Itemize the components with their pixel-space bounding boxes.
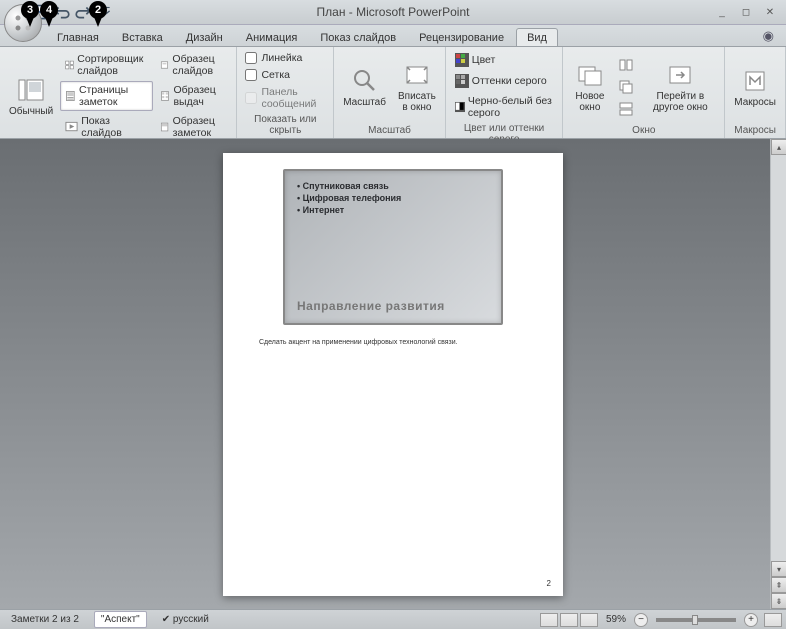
fit-shortcut[interactable] bbox=[764, 613, 782, 627]
scroll-down-button[interactable]: ▾ bbox=[771, 561, 786, 577]
tab-home[interactable]: Главная bbox=[46, 28, 110, 46]
tab-design[interactable]: Дизайн bbox=[175, 28, 234, 46]
handout-master-button[interactable]: Образец выдач bbox=[155, 81, 232, 111]
close-button[interactable]: ✕ bbox=[760, 4, 780, 20]
grayscale-button[interactable]: Оттенки серого bbox=[450, 71, 559, 91]
window-controls: _ ◻ ✕ bbox=[712, 4, 780, 20]
titlebar: План - Microsoft PowerPoint _ ◻ ✕ bbox=[0, 0, 786, 25]
callout-4: 4 bbox=[40, 1, 58, 19]
status-theme[interactable]: "Аспект" bbox=[94, 611, 147, 628]
tab-insert[interactable]: Вставка bbox=[111, 28, 174, 46]
tab-review[interactable]: Рецензирование bbox=[408, 28, 515, 46]
tab-animation[interactable]: Анимация bbox=[235, 28, 309, 46]
zoom-slider[interactable] bbox=[656, 618, 736, 622]
bullet-1: • Спутниковая связь bbox=[297, 181, 489, 191]
normal-view-button[interactable]: Обычный bbox=[4, 50, 58, 142]
zoom-value[interactable]: 59% bbox=[606, 614, 626, 625]
fit-window-button[interactable]: Вписать в окно bbox=[393, 50, 441, 124]
callout-2: 2 bbox=[89, 1, 107, 19]
sorter-view-shortcut[interactable] bbox=[560, 613, 578, 627]
zoom-in-button[interactable]: + bbox=[744, 613, 758, 627]
next-slide-button[interactable]: ⇟ bbox=[771, 593, 786, 609]
help-icon[interactable]: ◉ bbox=[759, 26, 778, 46]
switch-window-icon bbox=[666, 61, 694, 89]
page-number: 2 bbox=[547, 579, 551, 588]
switch-window-button[interactable]: Перейти в другое окно bbox=[640, 50, 720, 124]
zoom-icon bbox=[351, 67, 379, 95]
fit-icon bbox=[403, 61, 431, 89]
normal-view-icon bbox=[17, 76, 45, 104]
group-macros: Макросы Макросы bbox=[725, 47, 786, 138]
group-zoom: Масштаб Вписать в окно Масштаб bbox=[334, 47, 446, 138]
master-notes-icon bbox=[160, 120, 169, 134]
group-color-grayscale: Цвет Оттенки серого Черно-белый без серо… bbox=[446, 47, 564, 138]
slide-sorter-button[interactable]: Сортировщик слайдов bbox=[60, 50, 153, 80]
ruler-checkbox[interactable]: Линейка bbox=[241, 50, 329, 66]
vertical-scrollbar[interactable]: ▴ ▾ ⇞ ⇟ bbox=[770, 139, 786, 609]
master-slides-icon bbox=[160, 58, 169, 72]
prev-slide-button[interactable]: ⇞ bbox=[771, 577, 786, 593]
macros-icon bbox=[741, 67, 769, 95]
slide-title: Направление развития bbox=[297, 299, 445, 313]
bullet-2: • Цифровая телефония bbox=[297, 193, 489, 203]
ribbon: Обычный Сортировщик слайдов Страницы зам… bbox=[0, 47, 786, 139]
slideshow-icon bbox=[65, 120, 78, 134]
normal-view-shortcut[interactable] bbox=[540, 613, 558, 627]
bw-icon bbox=[455, 100, 465, 114]
notes-pages-button[interactable]: Страницы заметок bbox=[60, 81, 153, 111]
color-button[interactable]: Цвет bbox=[450, 50, 559, 70]
minimize-button[interactable]: _ bbox=[712, 4, 732, 20]
notes-icon bbox=[65, 89, 76, 103]
grid-checkbox[interactable]: Сетка bbox=[241, 67, 329, 83]
tab-view[interactable]: Вид bbox=[516, 28, 558, 46]
statusbar: Заметки 2 из 2 "Аспект" ✔ русский 59% − … bbox=[0, 609, 786, 629]
arrange-icon[interactable] bbox=[614, 55, 638, 75]
group-show-hide: Линейка Сетка Панель сообщений Показать … bbox=[237, 47, 334, 138]
sorter-icon bbox=[65, 58, 74, 72]
slideshow-shortcut[interactable] bbox=[580, 613, 598, 627]
notes-page[interactable]: • Спутниковая связь • Цифровая телефония… bbox=[223, 153, 563, 596]
callout-3: 3 bbox=[21, 1, 39, 19]
slide-master-button[interactable]: Образец слайдов bbox=[155, 50, 232, 80]
grayscale-icon bbox=[455, 74, 469, 88]
bullet-3: • Интернет bbox=[297, 205, 489, 215]
restore-button[interactable]: ◻ bbox=[736, 4, 756, 20]
status-language[interactable]: ✔ русский bbox=[155, 611, 216, 628]
macros-button[interactable]: Макросы bbox=[729, 50, 781, 124]
zoom-button[interactable]: Масштаб bbox=[338, 50, 391, 124]
notes-master-button[interactable]: Образец заметок bbox=[155, 112, 232, 142]
color-icon bbox=[455, 53, 469, 67]
group-presentation-views: Обычный Сортировщик слайдов Страницы зам… bbox=[0, 47, 237, 138]
new-window-button[interactable]: Новое окно bbox=[567, 50, 612, 124]
status-slide-info[interactable]: Заметки 2 из 2 bbox=[4, 611, 86, 628]
zoom-out-button[interactable]: − bbox=[634, 613, 648, 627]
master-handouts-icon bbox=[160, 89, 170, 103]
slide-thumbnail[interactable]: • Спутниковая связь • Цифровая телефония… bbox=[283, 169, 503, 325]
cascade-icon[interactable] bbox=[614, 77, 638, 97]
scroll-up-button[interactable]: ▴ bbox=[771, 139, 786, 155]
canvas-area[interactable]: • Спутниковая связь • Цифровая телефония… bbox=[0, 139, 786, 609]
bw-button[interactable]: Черно-белый без серого bbox=[450, 92, 559, 122]
notes-text[interactable]: Сделать акцент на применении цифровых те… bbox=[259, 339, 547, 346]
message-panel-checkbox[interactable]: Панель сообщений bbox=[241, 84, 329, 112]
slideshow-button[interactable]: Показ слайдов bbox=[60, 112, 153, 142]
new-window-icon bbox=[576, 61, 604, 89]
split-icon[interactable] bbox=[614, 99, 638, 119]
window-title: План - Microsoft PowerPoint bbox=[317, 5, 470, 19]
tab-slideshow[interactable]: Показ слайдов bbox=[309, 28, 407, 46]
ribbon-tabs: Главная Вставка Дизайн Анимация Показ сл… bbox=[0, 25, 786, 47]
group-window: Новое окно Перейти в другое окно Окно bbox=[563, 47, 725, 138]
